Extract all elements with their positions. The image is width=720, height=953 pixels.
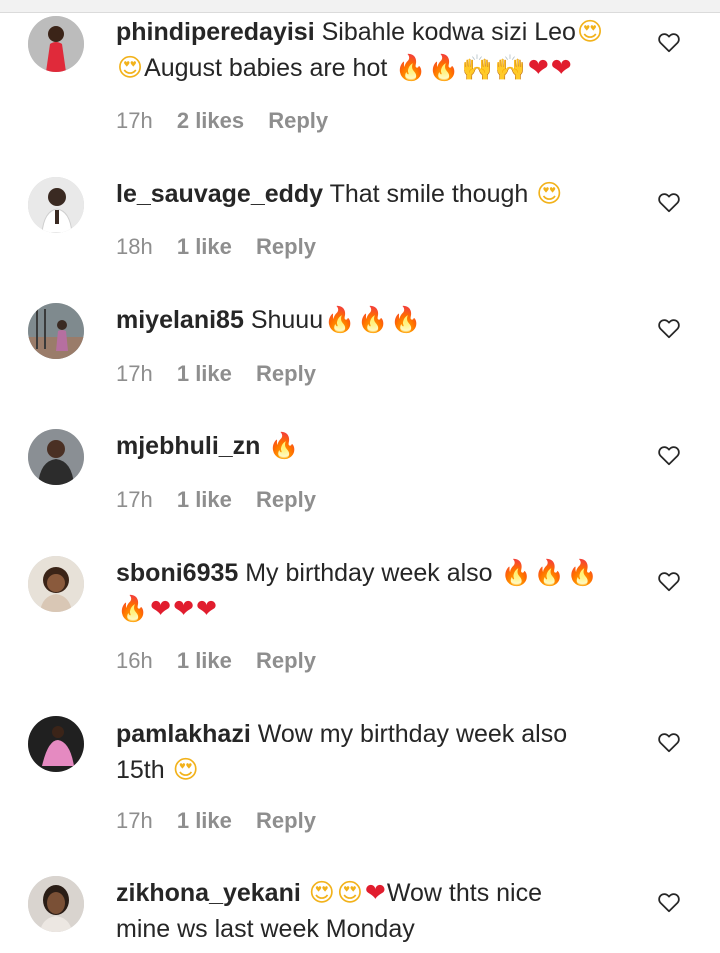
reply-button[interactable]: Reply — [256, 487, 316, 512]
comment-body: Wow thts nice — [386, 879, 542, 907]
comment-body: August babies are hot — [144, 54, 388, 82]
comment-text: miyelani85 Shuuu🔥🔥🔥 — [116, 302, 636, 338]
comment-likes[interactable]: 1 like — [177, 648, 232, 673]
comment-username[interactable]: miyelani85 — [116, 306, 244, 334]
comment-meta: 17h 2 likes Reply — [116, 107, 346, 135]
heart-eyes-emoji: 😍 — [308, 878, 335, 907]
red-heart-emoji: ❤ — [196, 594, 217, 623]
heart-outline-icon[interactable] — [656, 568, 682, 594]
red-heart-emoji: ❤ — [150, 594, 172, 623]
fire-emoji: 🔥 — [117, 594, 149, 623]
heart-outline-icon[interactable] — [656, 889, 682, 915]
red-heart-emoji: ❤ — [364, 878, 386, 907]
comment-meta: 16h 1 like Reply — [116, 647, 334, 675]
comment-body: 15th — [116, 756, 165, 784]
fire-emoji: 🔥 — [324, 305, 356, 334]
heart-outline-icon[interactable] — [656, 29, 682, 55]
comment-text: phindiperedayisi Sibahle kodwa sizi Leo😍… — [116, 14, 636, 86]
heart-outline-icon[interactable] — [656, 442, 682, 468]
fire-emoji: 🔥 — [533, 558, 565, 587]
heart-eyes-emoji: 😍 — [336, 878, 363, 907]
avatar[interactable] — [28, 429, 84, 485]
red-heart-emoji: ❤ — [550, 53, 572, 82]
heart-eyes-emoji: 😍 — [117, 53, 144, 82]
top-divider — [0, 0, 720, 13]
comment-time: 17h — [116, 808, 153, 833]
comment-body: My birthday week also — [245, 559, 493, 587]
comment-time: 17h — [116, 487, 153, 512]
red-heart-emoji: ❤ — [527, 53, 549, 82]
comment-username[interactable]: le_sauvage_eddy — [116, 180, 323, 208]
comment-text: zikhona_yekani 😍😍❤Wow thts nice mine ws … — [116, 875, 636, 947]
comment-username[interactable]: pamlakhazi — [116, 720, 251, 748]
heart-eyes-emoji: 😍 — [536, 179, 563, 208]
avatar[interactable] — [28, 16, 84, 72]
comment-body: Shuuu — [250, 306, 324, 334]
comment-time: 17h — [116, 361, 153, 386]
raised-hands-emoji: 🙌 — [461, 53, 493, 82]
comment-username[interactable]: zikhona_yekani — [116, 879, 301, 907]
heart-eyes-emoji: 😍 — [576, 17, 604, 46]
avatar[interactable] — [28, 556, 84, 612]
comment-likes[interactable]: 1 like — [177, 234, 232, 259]
reply-button[interactable]: Reply — [256, 361, 316, 386]
reply-button[interactable]: Reply — [268, 108, 328, 133]
fire-emoji: 🔥 — [357, 305, 389, 334]
fire-emoji: 🔥 — [395, 53, 427, 82]
comment-meta: 17h 1 like Reply — [116, 360, 334, 388]
comment-text: pamlakhazi Wow my birthday week also 15t… — [116, 716, 636, 788]
reply-button[interactable]: Reply — [256, 648, 316, 673]
comment-username[interactable]: phindiperedayisi — [116, 18, 315, 46]
comment-text: sboni6935 My birthday week also 🔥🔥🔥 🔥❤❤❤ — [116, 555, 636, 627]
comment-time: 16h — [116, 648, 153, 673]
fire-emoji: 🔥 — [428, 53, 460, 82]
fire-emoji: 🔥 — [390, 305, 422, 334]
reply-button[interactable]: Reply — [256, 808, 316, 833]
avatar[interactable] — [28, 716, 84, 772]
comment-body: mine ws last week Monday — [116, 915, 415, 943]
comment-meta: 18h 1 like Reply — [116, 233, 334, 261]
comment-body: That smile though — [329, 180, 529, 208]
comment-body: Wow my birthday week also — [257, 720, 568, 748]
avatar[interactable] — [28, 303, 84, 359]
red-heart-emoji: ❤ — [173, 594, 195, 623]
comment-text: le_sauvage_eddy That smile though 😍 — [116, 176, 636, 212]
fire-emoji: 🔥 — [268, 431, 300, 460]
comment-time: 17h — [116, 108, 153, 133]
reply-button[interactable]: Reply — [256, 234, 316, 259]
avatar[interactable] — [28, 876, 84, 932]
heart-outline-icon[interactable] — [656, 315, 682, 341]
heart-outline-icon[interactable] — [656, 189, 682, 215]
comment-username[interactable]: sboni6935 — [116, 559, 238, 587]
comment-likes[interactable]: 1 like — [177, 487, 232, 512]
fire-emoji: 🔥 — [500, 558, 532, 587]
heart-eyes-emoji: 😍 — [172, 755, 199, 784]
fire-emoji: 🔥 — [566, 558, 598, 587]
comment-text: mjebhuli_zn 🔥 — [116, 428, 636, 464]
comment-meta: 17h 1 like Reply — [116, 486, 334, 514]
comment-username[interactable]: mjebhuli_zn — [116, 432, 260, 460]
comment-body: Sibahle kodwa sizi Leo — [321, 18, 576, 46]
comment-likes[interactable]: 1 like — [177, 361, 232, 386]
comment-meta: 17h 1 like Reply — [116, 807, 334, 835]
raised-hands-emoji: 🙌 — [494, 53, 526, 82]
avatar[interactable] — [28, 177, 84, 233]
comment-time: 18h — [116, 234, 153, 259]
comment-likes[interactable]: 1 like — [177, 808, 232, 833]
heart-outline-icon[interactable] — [656, 729, 682, 755]
comment-likes[interactable]: 2 likes — [177, 108, 244, 133]
